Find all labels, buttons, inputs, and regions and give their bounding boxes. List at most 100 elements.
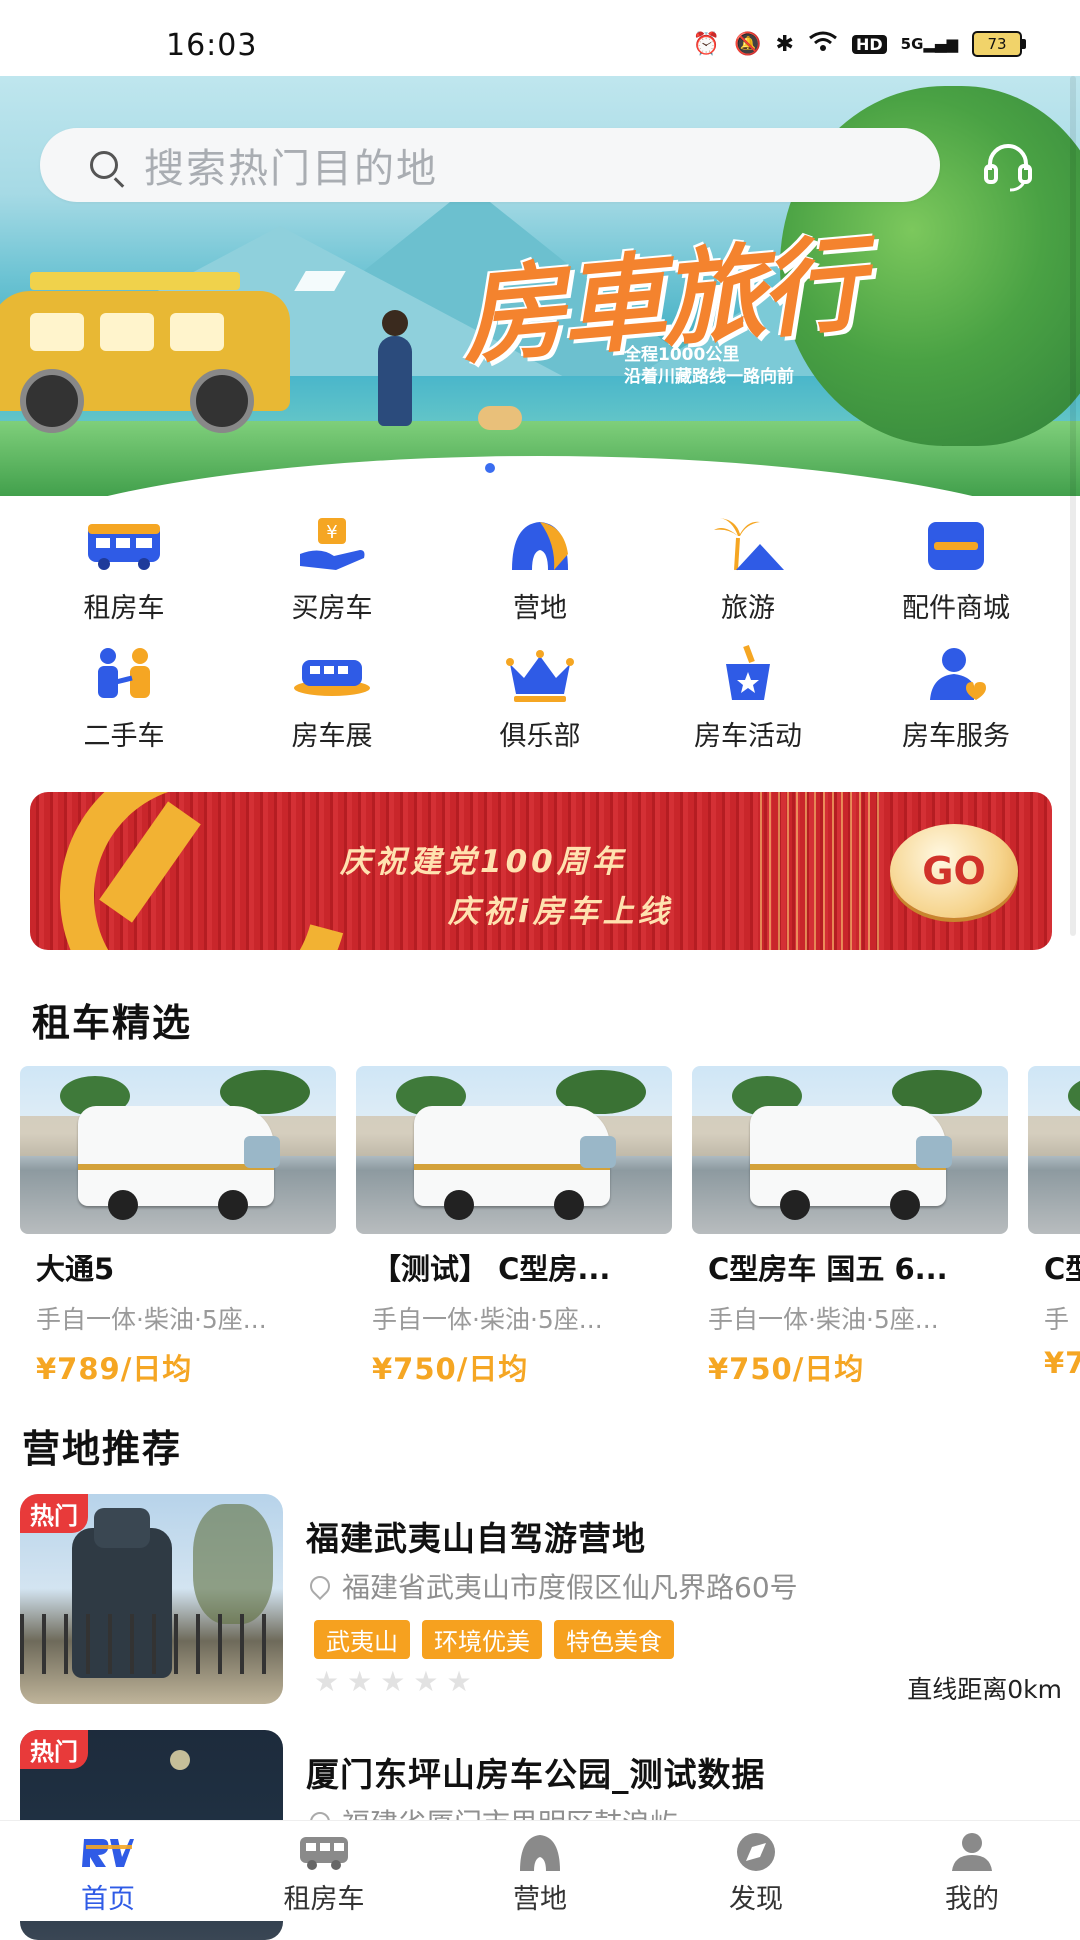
category-label: 房车活动: [694, 721, 802, 752]
status-time: 16:03: [166, 28, 258, 63]
scrollbar[interactable]: [1070, 76, 1076, 936]
rental-card-spec: 手自一体·柴油·5座...: [372, 1305, 603, 1334]
tab-discover[interactable]: 发现: [656, 1831, 856, 1916]
status-icons: ⏰ 🔕 ✱ HD 5G▂▄▆ 73: [692, 30, 1026, 58]
camp-tags: 武夷山 环境优美 特色美食: [314, 1620, 674, 1659]
tab-camp[interactable]: 营地: [440, 1831, 640, 1916]
category-club[interactable]: 俱乐部: [440, 642, 640, 753]
category-rent-rv[interactable]: 租房车: [24, 514, 224, 625]
profile-icon: [946, 1831, 998, 1873]
category-used-car[interactable]: 二手车: [24, 642, 224, 753]
camp-name: 福建武夷山自驾游营地: [306, 1519, 646, 1558]
camp-icon: [498, 514, 582, 578]
search-icon: [90, 151, 118, 179]
tab-home[interactable]: 首页: [8, 1831, 208, 1916]
bottom-tab-bar: 首页 租房车 营地 发现 我的: [0, 1820, 1080, 1921]
customer-service-headset-icon[interactable]: [980, 138, 1036, 194]
compass-icon: [730, 1831, 782, 1873]
rental-card-spec: 手自一体·柴油·5座...: [708, 1305, 939, 1334]
camp-rating: ★ ★ ★ ★ ★: [314, 1668, 472, 1696]
hero-traveler: [378, 310, 412, 426]
camp-tag: 环境优美: [422, 1620, 542, 1659]
category-label: 旅游: [721, 593, 775, 624]
rv-show-icon: [290, 642, 374, 706]
van-window: [100, 313, 154, 351]
star-icon: ★: [314, 1665, 340, 1698]
hot-badge: 热门: [20, 1730, 88, 1769]
camp-list-item[interactable]: 热门 福建武夷山自驾游营地 福建省武夷山市度假区仙凡界路60号 武夷山 环境优美…: [20, 1494, 1080, 1704]
rental-card[interactable]: 【测试】 C型房... 手自一体·柴油·5座... ¥750/日均: [356, 1066, 672, 1388]
category-label: 买房车: [291, 593, 373, 624]
camp-thumbnail: 热门: [20, 1494, 283, 1704]
tab-rent-rv[interactable]: 租房车: [224, 1831, 424, 1916]
carousel-dot[interactable]: [485, 463, 495, 473]
category-rv-service[interactable]: 房车服务: [856, 642, 1056, 753]
category-label: 配件商城: [902, 593, 1010, 624]
tab-label: 营地: [513, 1884, 567, 1915]
category-buy-rv[interactable]: ¥ 买房车: [232, 514, 432, 625]
network-type: 5G: [900, 35, 924, 53]
tab-profile[interactable]: 我的: [872, 1831, 1072, 1916]
van-wheel: [190, 369, 254, 433]
van-window: [170, 313, 224, 351]
signal-icon: 5G▂▄▆: [900, 35, 958, 53]
category-rv-show[interactable]: 房车展: [232, 642, 432, 753]
hero-subtitle: 沿着川藏路线一路向前: [624, 367, 794, 387]
wifi-icon: [808, 30, 838, 58]
hero-van: [0, 291, 290, 433]
rental-card-price: ¥750/日均: [708, 1352, 865, 1386]
promo-banner[interactable]: 庆祝建党100周年 庆祝i房车上线 GO: [30, 792, 1052, 950]
star-icon: ★: [446, 1665, 472, 1698]
bluetooth-icon: ✱: [775, 31, 794, 57]
rental-card-spec: 手: [1044, 1305, 1070, 1334]
category-camp[interactable]: 营地: [440, 514, 640, 625]
tab-label: 首页: [81, 1884, 135, 1915]
rental-card-price: ¥7: [1044, 1346, 1080, 1380]
camp-name: 厦门东坪山房车公园_测试数据: [306, 1755, 766, 1794]
camp-tag: 武夷山: [314, 1620, 410, 1659]
category-label: 房车服务: [902, 721, 1010, 752]
rental-card-name: 【测试】 C型房...: [372, 1252, 611, 1286]
hot-badge: 热门: [20, 1494, 88, 1533]
promo-line: 庆祝i房车上线: [448, 894, 673, 930]
star-icon: ★: [380, 1665, 406, 1698]
location-pin-icon: [305, 1571, 335, 1601]
camp-address-text: 福建省武夷山市度假区仙凡界路60号: [342, 1571, 798, 1604]
rental-card[interactable]: C型 手 ¥7: [1028, 1066, 1080, 1380]
camp-tag: 特色美食: [554, 1620, 674, 1659]
rental-card-price: ¥789/日均: [36, 1352, 193, 1386]
promo-line: 庆祝建党100周年: [340, 844, 627, 880]
search-bar[interactable]: 搜索热门目的地: [40, 128, 940, 202]
promo-go-button[interactable]: GO: [890, 824, 1018, 918]
alarm-icon: ⏰: [692, 31, 721, 57]
rental-card[interactable]: 大通5 手自一体·柴油·5座... ¥789/日均: [20, 1066, 336, 1388]
category-travel[interactable]: 旅游: [648, 514, 848, 625]
category-label: 俱乐部: [499, 721, 581, 752]
category-parts-store[interactable]: 配件商城: [856, 514, 1056, 625]
buy-rv-icon: ¥: [290, 514, 374, 578]
rental-card-name: C型房车 国五 6...: [708, 1252, 948, 1286]
svg-text:¥: ¥: [326, 522, 337, 543]
van-wheel: [20, 369, 84, 433]
mute-icon: 🔕: [734, 31, 762, 57]
battery-icon: 73: [972, 31, 1026, 57]
rental-card-photo: [1028, 1066, 1080, 1234]
rental-card-photo: [692, 1066, 1008, 1234]
category-label: 租房车: [83, 593, 165, 624]
parts-store-icon: [914, 514, 998, 578]
camp-address: 福建省武夷山市度假区仙凡界路60号: [305, 1566, 798, 1606]
status-bar: 16:03 ⏰ 🔕 ✱ HD 5G▂▄▆ 73: [0, 0, 1080, 76]
rv-service-icon: [914, 642, 998, 706]
hero-dog: [478, 406, 522, 430]
rental-card-photo: [20, 1066, 336, 1234]
tab-label: 租房车: [283, 1884, 365, 1915]
category-rv-event[interactable]: 房车活动: [648, 642, 848, 753]
rental-carousel[interactable]: 大通5 手自一体·柴油·5座... ¥789/日均 【测试】 C型房... 手自…: [20, 1066, 1080, 1396]
rental-card[interactable]: C型房车 国五 6... 手自一体·柴油·5座... ¥750/日均: [692, 1066, 1008, 1388]
rental-card-price: ¥750/日均: [372, 1352, 529, 1386]
van-window: [30, 313, 84, 351]
travel-icon: [706, 514, 790, 578]
rv-rental-icon: [82, 514, 166, 578]
star-icon: ★: [347, 1665, 373, 1698]
camp-tent-icon: [514, 1831, 566, 1873]
